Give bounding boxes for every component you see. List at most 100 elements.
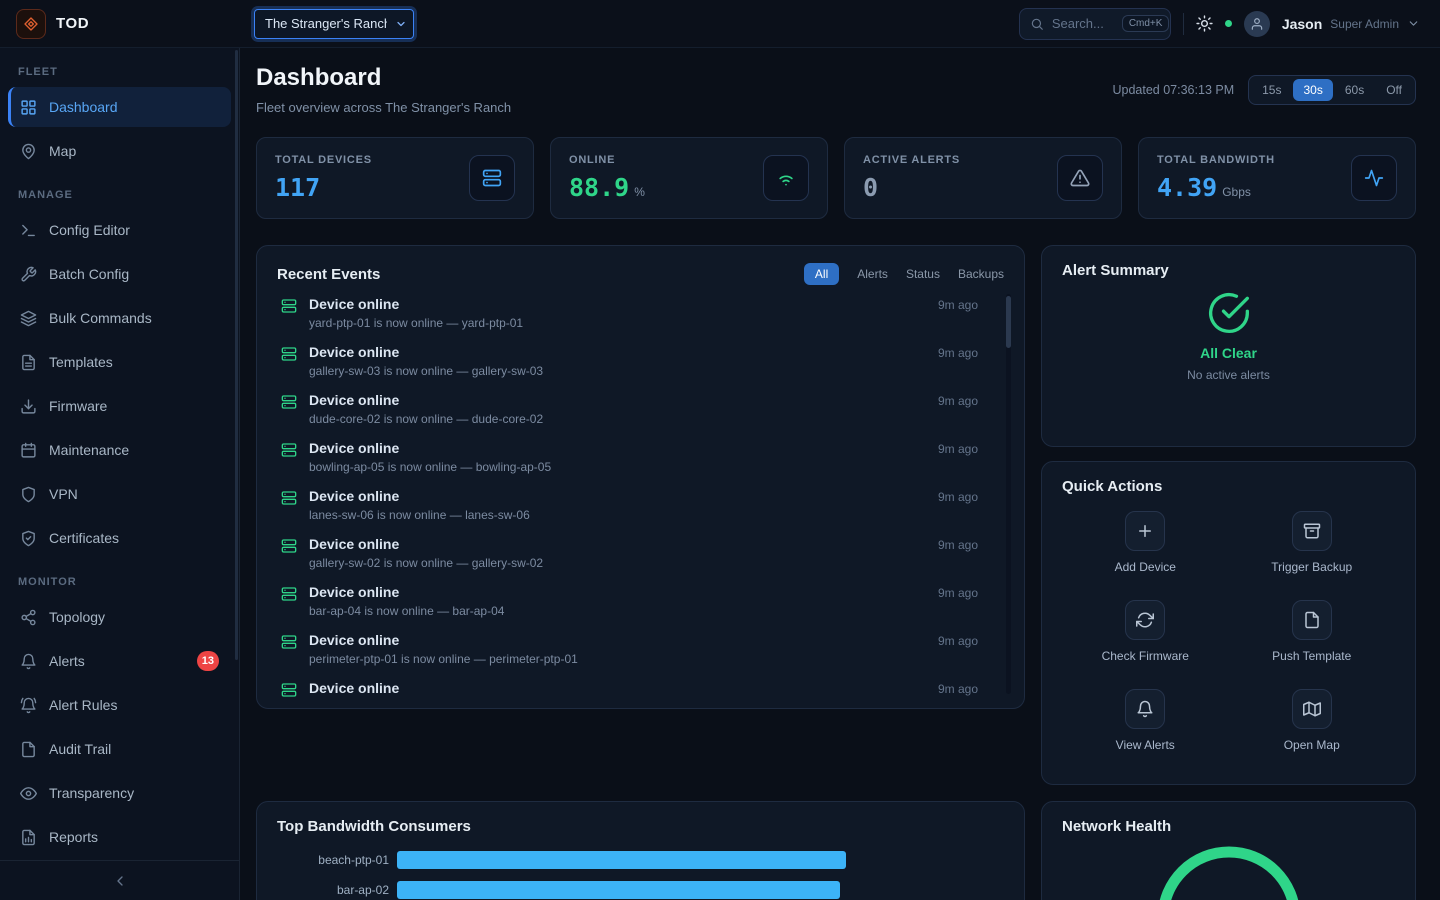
sidebar-item-vpn[interactable]: VPN [8,474,231,514]
event-time: 9m ago [938,586,978,628]
sidebar-item-label: Templates [49,354,113,370]
alert-summary-status: All Clear [1200,345,1257,361]
push-template-button[interactable]: Push Template [1272,600,1351,663]
topbar-divider [1183,13,1184,35]
alerts-count-badge: 13 [197,651,219,671]
sidebar-item-label: Topology [49,609,105,625]
event-row[interactable]: Device online dude-core-02 is now online… [277,388,1004,436]
site-selector[interactable]: The Stranger's Ranch [254,9,414,39]
event-title: Device online [309,680,926,696]
sidebar-item-reports[interactable]: Reports [8,817,231,857]
sidebar-item-map[interactable]: Map [8,131,231,171]
event-title: Device online [309,536,926,552]
sidebar-item-label: Reports [49,829,98,845]
file-icon [1292,600,1332,640]
alert-summary-title: Alert Summary [1062,262,1169,279]
bandwidth-chart: beach-ptp-01 bar-ap-02 [277,851,1004,899]
event-row[interactable]: Device online bowling-ap-05 is now onlin… [277,436,1004,484]
tab-alerts[interactable]: Alerts [857,267,888,281]
event-row[interactable]: Device online perimeter-ptp-01 is now on… [277,628,1004,676]
event-time: 9m ago [938,538,978,580]
sidebar-item-label: Certificates [49,530,119,546]
tab-all[interactable]: All [804,263,839,285]
sidebar-item-templates[interactable]: Templates [8,342,231,382]
refresh-30s-button[interactable]: 30s [1293,79,1332,101]
sidebar-item-certificates[interactable]: Certificates [8,518,231,558]
archive-icon [1292,511,1332,551]
sidebar-item-topology[interactable]: Topology [8,597,231,637]
add-device-button[interactable]: Add Device [1115,511,1176,574]
sidebar-item-alert-rules[interactable]: Alert Rules [8,685,231,725]
file-chart-icon [20,829,37,846]
stat-cards: TOTAL DEVICES 117 ONLINE 88.9 % [256,137,1416,219]
theme-toggle-sun-icon[interactable] [1196,15,1213,32]
events-scrollbar-thumb[interactable] [1006,296,1011,348]
stat-value: 0 [863,173,878,202]
event-list: Device online yard-ptp-01 is now online … [277,292,1004,706]
event-row[interactable]: Device online yard-ptp-01 is now online … [277,292,1004,340]
bandwidth-bar-track [397,881,1004,899]
terminal-icon [20,222,37,239]
refresh-15s-button[interactable]: 15s [1252,79,1291,101]
sidebar-item-label: Batch Config [49,266,129,282]
event-title: Device online [309,440,926,456]
sidebar-item-firmware[interactable]: Firmware [8,386,231,426]
quick-action-label: Push Template [1272,649,1351,663]
stat-card-online: ONLINE 88.9 % [550,137,828,219]
avatar[interactable] [1244,11,1270,37]
sidebar-item-audit-trail[interactable]: Audit Trail [8,729,231,769]
event-row[interactable]: Device online bar-ap-04 is now online — … [277,580,1004,628]
event-row[interactable]: Device online gallery-sw-03 is now onlin… [277,340,1004,388]
user-name: Jason [1282,16,1322,32]
refresh-off-button[interactable]: Off [1376,79,1412,101]
sidebar-collapse-button[interactable] [0,860,239,900]
view-alerts-button[interactable]: View Alerts [1116,689,1175,752]
bandwidth-bar [397,881,840,899]
event-row[interactable]: Device online gallery-sw-02 is now onlin… [277,532,1004,580]
event-time: 9m ago [938,490,978,532]
topbar: TOD The Stranger's Ranch Cmd+K Jason Sup… [0,0,1440,48]
network-health-title: Network Health [1062,818,1171,835]
bandwidth-bar [397,851,846,869]
sidebar-item-label: Alerts [49,653,85,669]
brand: TOD [16,9,240,39]
sidebar-item-batch-config[interactable]: Batch Config [8,254,231,294]
refresh-60s-button[interactable]: 60s [1335,79,1374,101]
app-logo-icon [16,9,46,39]
sidebar-item-bulk-commands[interactable]: Bulk Commands [8,298,231,338]
event-row[interactable]: Device online lanes-sw-06 is now online … [277,484,1004,532]
server-icon [281,634,297,676]
event-time: 9m ago [938,298,978,340]
open-map-button[interactable]: Open Map [1284,689,1340,752]
event-time: 9m ago [938,394,978,436]
event-detail: gallery-sw-02 is now online — gallery-sw… [309,556,926,570]
sidebar-scrollbar[interactable] [235,50,238,660]
server-icon [281,442,297,484]
events-scrollbar[interactable] [1006,294,1011,694]
event-detail: bar-ap-04 is now online — bar-ap-04 [309,604,926,618]
search-input[interactable] [1052,16,1114,31]
stat-label: ONLINE [569,154,645,166]
event-row[interactable]: Device online 9m ago [277,676,1004,706]
event-detail: gallery-sw-03 is now online — gallery-sw… [309,364,926,378]
network-health-gauge [1062,840,1395,900]
sidebar-item-alerts[interactable]: Alerts 13 [8,641,231,681]
event-title: Device online [309,488,926,504]
user-role: Super Admin [1330,17,1399,31]
stat-label: TOTAL DEVICES [275,154,372,166]
search-box[interactable]: Cmd+K [1019,8,1171,40]
trigger-backup-button[interactable]: Trigger Backup [1271,511,1352,574]
file-icon [20,741,37,758]
sidebar-item-dashboard[interactable]: Dashboard [8,87,231,127]
check-firmware-button[interactable]: Check Firmware [1102,600,1189,663]
sidebar-item-maintenance[interactable]: Maintenance [8,430,231,470]
sidebar-item-config-editor[interactable]: Config Editor [8,210,231,250]
tab-status[interactable]: Status [906,267,940,281]
tab-backups[interactable]: Backups [958,267,1004,281]
section-label-fleet: FLEET [18,66,221,78]
network-health-panel: Network Health [1041,801,1416,900]
sidebar-item-transparency[interactable]: Transparency [8,773,231,813]
server-icon [281,490,297,532]
user-menu[interactable]: Jason Super Admin [1282,16,1420,32]
topology-network-icon [20,609,37,626]
